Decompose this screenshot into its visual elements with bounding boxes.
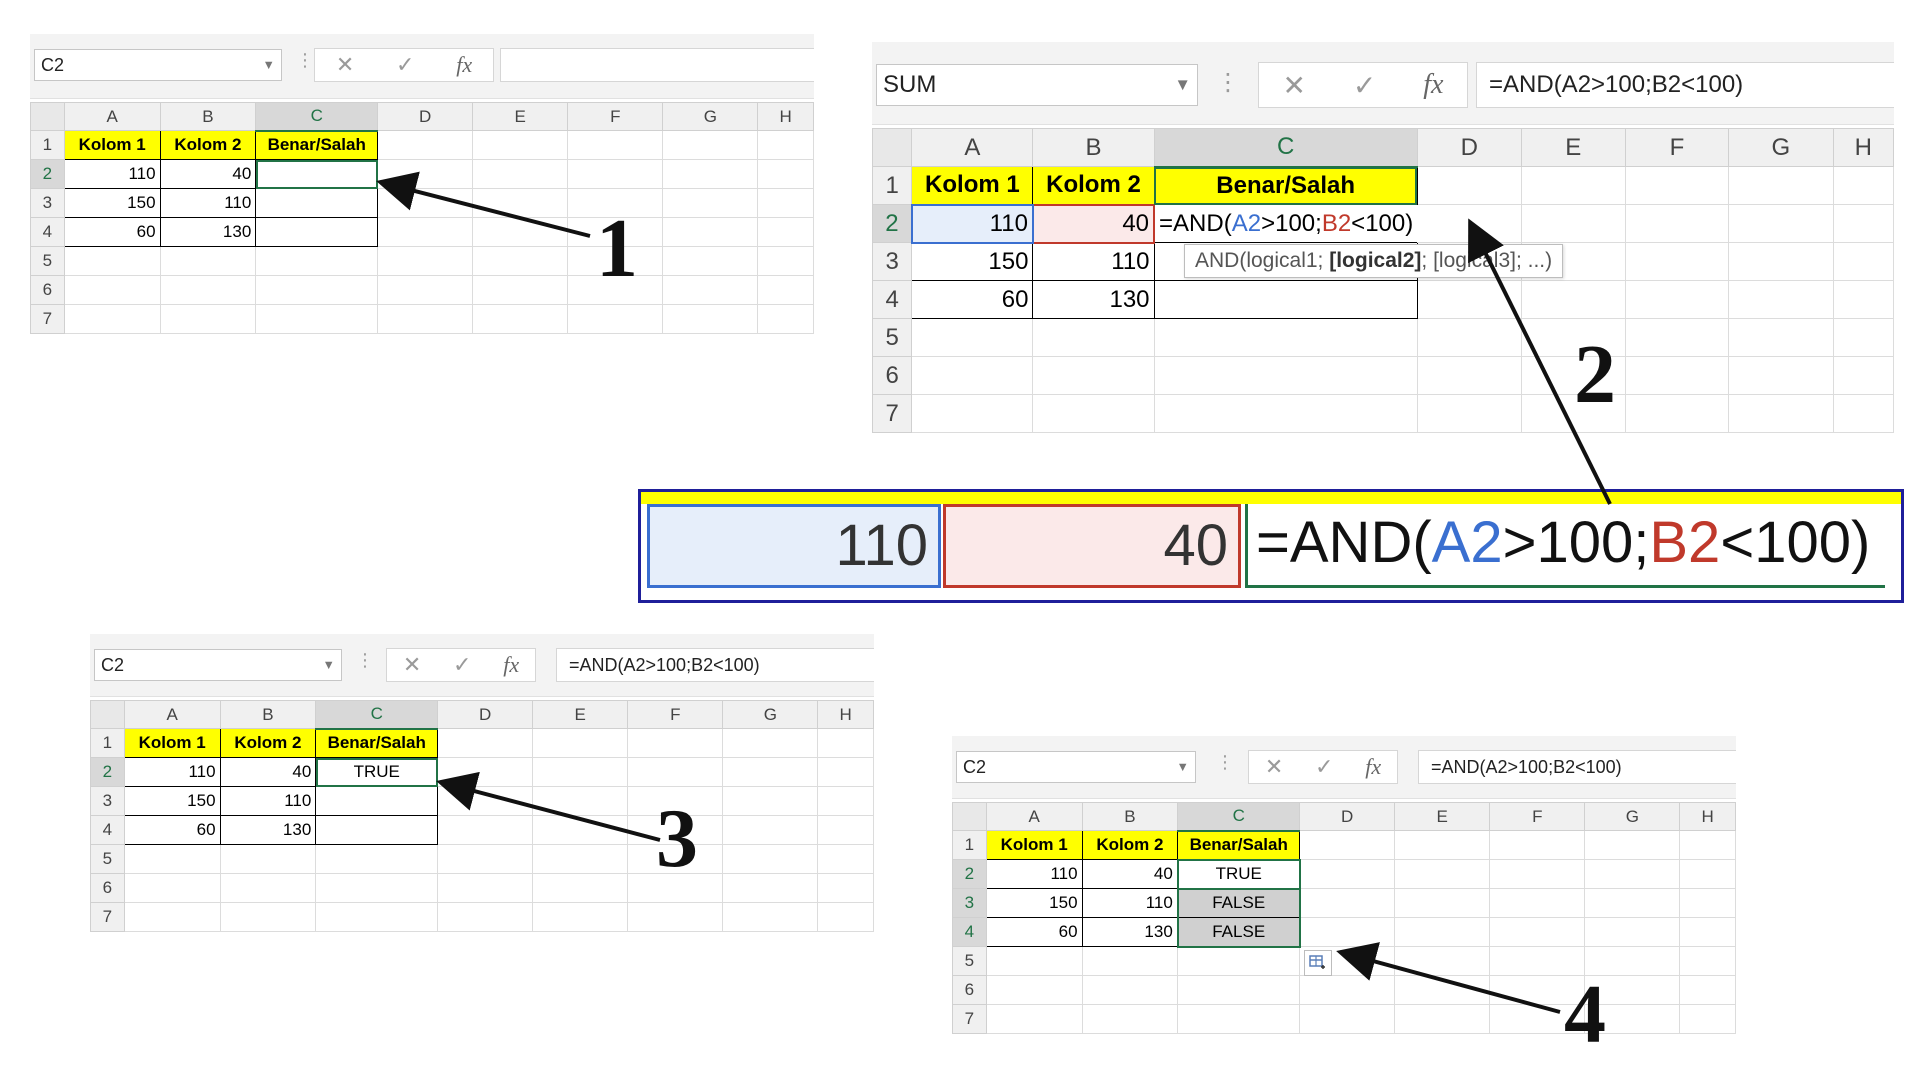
arrow-2 <box>1468 218 1612 505</box>
arrow-4 <box>1336 942 1561 1014</box>
arrow-3 <box>436 771 661 842</box>
annotation-arrows <box>376 171 1612 1014</box>
arrow-1 <box>376 171 591 238</box>
